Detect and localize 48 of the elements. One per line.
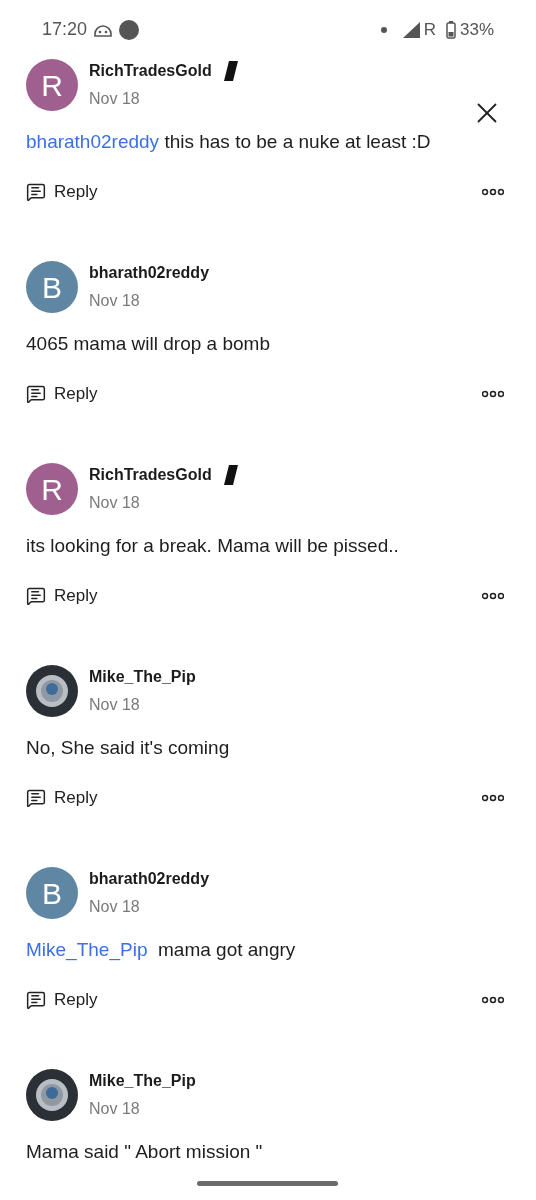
more-options-icon[interactable] (482, 794, 504, 802)
author-name[interactable]: Mike_The_Pip (89, 665, 196, 689)
comment-date: Nov 18 (89, 493, 141, 513)
more-options-icon[interactable] (482, 188, 504, 196)
avatar: B (26, 261, 78, 313)
comment-date: Nov 18 (89, 1099, 141, 1119)
comment-text: Mama said " Abort mission " (26, 1140, 264, 1164)
author-name[interactable]: bharath02reddy (89, 867, 210, 891)
reply-button[interactable]: Reply (26, 785, 98, 811)
dot-icon (380, 26, 387, 33)
mention-link[interactable]: Mike_The_Pip (26, 939, 148, 960)
battery-level: 33% (459, 18, 494, 41)
avatar: B (26, 867, 78, 919)
network-type: R (423, 18, 436, 41)
comment-text: bharath02reddy this has to be a nuke at least :D (26, 130, 432, 154)
more-options-icon[interactable] (482, 390, 504, 398)
comment-text: 4065 mama will drop a bomb (26, 332, 271, 356)
signal-icon (402, 21, 420, 38)
avatar-icon (26, 1069, 78, 1121)
comment-date: Nov 18 (89, 291, 141, 311)
comment-text: No, She said it's coming (26, 736, 231, 760)
reply-button[interactable]: Reply (26, 987, 98, 1013)
status-time: 17:20 (42, 18, 88, 41)
comment-icon (26, 990, 46, 1010)
reply-button[interactable]: Reply (26, 381, 98, 407)
author-name[interactable]: Mike_The_Pip (89, 1069, 196, 1093)
avatar: R (26, 59, 78, 111)
reply-button[interactable]: Reply (26, 583, 98, 609)
author-name[interactable]: RichTradesGold (89, 463, 212, 487)
comment-text: its looking for a break. Mama will be pissed.. (26, 534, 400, 558)
battery-icon (445, 20, 456, 39)
mention-link[interactable]: bharath02reddy (26, 131, 160, 152)
comment-text: Mike_The_Pip mama got angry (26, 938, 297, 963)
notification-dot-icon (119, 19, 140, 40)
comment-date: Nov 18 (89, 897, 141, 917)
author-name[interactable]: RichTradesGold (89, 59, 212, 83)
comment-date: Nov 18 (89, 695, 141, 715)
more-options-icon[interactable] (482, 592, 504, 600)
comment-icon (26, 384, 46, 404)
comment-icon (26, 788, 46, 808)
avatar-icon (26, 665, 78, 717)
comment-icon (26, 586, 46, 606)
author-name[interactable]: bharath02reddy (89, 261, 210, 285)
reply-button[interactable]: Reply (26, 179, 98, 205)
avatar: R (26, 463, 78, 515)
comment-date: Nov 18 (89, 89, 141, 109)
more-options-icon[interactable] (482, 996, 504, 1004)
comment-icon (26, 182, 46, 202)
